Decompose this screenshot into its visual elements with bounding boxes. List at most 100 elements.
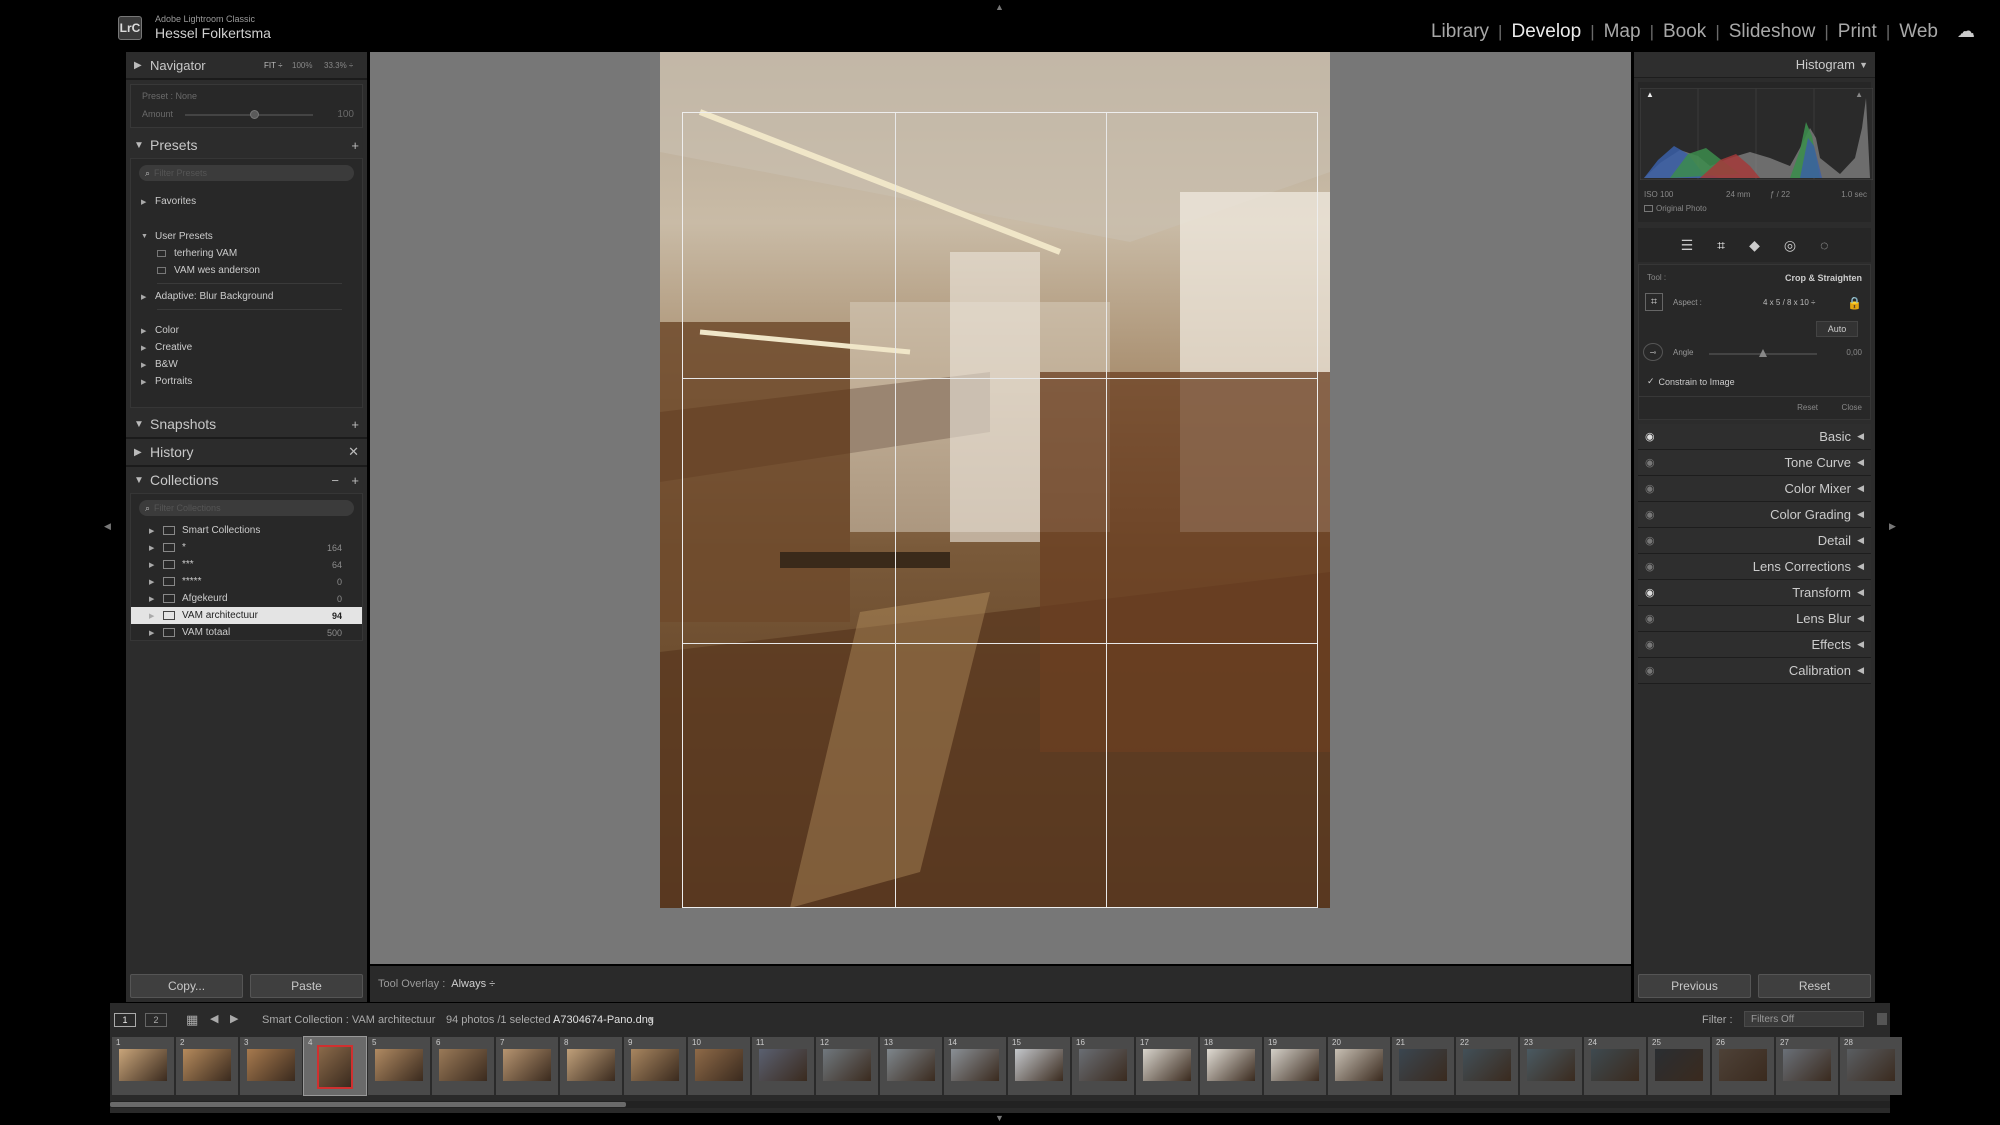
collection-item[interactable]: ▶ *** 64 (131, 556, 362, 573)
filmstrip-thumb[interactable]: 25 (1648, 1037, 1710, 1095)
module-web[interactable]: Web (1899, 21, 1938, 43)
filmstrip-thumb[interactable]: 22 (1456, 1037, 1518, 1095)
zoom-custom[interactable]: 33.3% ÷ (324, 61, 353, 70)
section-color-grading[interactable]: ◉ Color Grading ◀ (1638, 502, 1871, 528)
filmstrip-thumb[interactable]: 27 (1776, 1037, 1838, 1095)
straighten-tool-icon[interactable]: ⊸ (1643, 343, 1663, 361)
preset-filter-input[interactable]: ⌕ Filter Presets (139, 165, 354, 181)
preset-group[interactable]: ▶ Creative (131, 339, 362, 356)
section-transform[interactable]: ◉ Transform ◀ (1638, 580, 1871, 606)
remove-collection-icon[interactable]: − (331, 473, 339, 488)
crop-icon[interactable]: ⌗ (1717, 237, 1725, 254)
filmstrip-scrollbar[interactable] (110, 1101, 1890, 1108)
healing-icon[interactable]: ◆ (1749, 237, 1760, 254)
filmstrip-thumb[interactable]: 2 (176, 1037, 238, 1095)
filmstrip-thumb[interactable]: 7 (496, 1037, 558, 1095)
filmstrip-thumb[interactable]: 21 (1392, 1037, 1454, 1095)
paste-button[interactable]: Paste (250, 974, 363, 998)
module-map[interactable]: Map (1604, 21, 1641, 43)
add-collection-icon[interactable]: + (351, 473, 359, 488)
module-slideshow[interactable]: Slideshow (1729, 21, 1816, 43)
preset-group[interactable]: ▶ B&W (131, 356, 362, 373)
constrain-to-image-checkbox[interactable]: ✓ Constrain to Image (1647, 376, 1735, 387)
eye-icon[interactable]: ◉ (1645, 482, 1655, 495)
section-lens-blur[interactable]: ◉ Lens Blur ◀ (1638, 606, 1871, 632)
filmstrip-thumb[interactable]: 26 (1712, 1037, 1774, 1095)
filter-select[interactable]: Filters Off (1744, 1011, 1864, 1027)
forward-arrow-icon[interactable]: ▶ (230, 1012, 238, 1025)
collection-item[interactable]: ▶ Smart Collections (131, 522, 362, 539)
section-calibration[interactable]: ◉ Calibration ◀ (1638, 658, 1871, 684)
filmstrip-thumb[interactable]: 13 (880, 1037, 942, 1095)
add-preset-icon[interactable]: + (351, 138, 359, 153)
reset-button[interactable]: Reset (1758, 974, 1871, 998)
filmstrip-thumb[interactable]: 3 (240, 1037, 302, 1095)
filmstrip-thumb[interactable]: 20 (1328, 1037, 1390, 1095)
filmstrip-thumb[interactable]: 19 (1264, 1037, 1326, 1095)
filmstrip-scrollbar-thumb[interactable] (110, 1102, 627, 1107)
module-print[interactable]: Print (1838, 21, 1877, 43)
collections-header[interactable]: ▼ Collections − + (126, 467, 367, 493)
filmstrip-thumb[interactable]: 28 (1840, 1037, 1902, 1095)
preset-group[interactable]: ▶ Portraits (131, 373, 362, 390)
highlight-clip-icon[interactable]: ▲ (1855, 90, 1863, 99)
filmstrip-thumb[interactable]: 16 (1072, 1037, 1134, 1095)
collection-item[interactable]: ▶ ***** 0 (131, 573, 362, 590)
section-effects[interactable]: ◉ Effects ◀ (1638, 632, 1871, 658)
filmstrip-thumb[interactable]: 12 (816, 1037, 878, 1095)
filmstrip-thumb[interactable]: 8 (560, 1037, 622, 1095)
filmstrip-thumb[interactable]: 11 (752, 1037, 814, 1095)
angle-slider-thumb[interactable] (1759, 349, 1767, 357)
crop-frame-icon[interactable]: ⌗ (1645, 293, 1663, 311)
collection-item[interactable]: ▶ VAM totaal 500 (131, 624, 362, 641)
chevron-down-icon[interactable]: ▾ (649, 1014, 654, 1025)
eye-icon[interactable]: ◉ (1645, 664, 1655, 677)
filmstrip-thumb[interactable]: 10 (688, 1037, 750, 1095)
eye-icon[interactable]: ◉ (1645, 560, 1655, 573)
preset-group-user[interactable]: ▼ User Presets (131, 228, 362, 245)
preset-item[interactable]: terhering VAM (131, 245, 362, 262)
amount-slider-thumb[interactable] (250, 110, 260, 119)
tool-overlay-select[interactable]: Always ÷ (451, 978, 495, 990)
preset-item[interactable]: VAM wes anderson (131, 262, 362, 279)
history-header[interactable]: ▶ History ✕ (126, 439, 367, 465)
lock-icon[interactable]: 🔒 (1847, 296, 1862, 310)
previous-button[interactable]: Previous (1638, 974, 1751, 998)
eye-icon[interactable]: ◉ (1645, 638, 1655, 651)
eye-icon[interactable]: ◉ (1645, 430, 1655, 443)
section-lens-corrections[interactable]: ◉ Lens Corrections ◀ (1638, 554, 1871, 580)
module-develop[interactable]: Develop (1511, 21, 1581, 43)
shadow-clip-icon[interactable]: ▲ (1646, 90, 1654, 99)
crop-reset-button[interactable]: Reset (1797, 403, 1818, 412)
filmstrip-thumb[interactable]: 18 (1200, 1037, 1262, 1095)
crop-frame[interactable] (682, 112, 1318, 908)
left-panel-toggle-icon[interactable]: ◀ (104, 521, 111, 532)
filmstrip-thumb[interactable]: 4 (303, 1036, 367, 1096)
filmstrip-thumb[interactable]: 15 (1008, 1037, 1070, 1095)
collection-item[interactable]: ▶ Afgekeurd 0 (131, 590, 362, 607)
clear-history-icon[interactable]: ✕ (348, 444, 359, 460)
secondary-display-button[interactable]: 2 (145, 1013, 167, 1027)
crop-close-button[interactable]: Close (1842, 403, 1862, 412)
section-color-mixer[interactable]: ◉ Color Mixer ◀ (1638, 476, 1871, 502)
cloud-icon[interactable]: ☁ (1957, 21, 1975, 42)
preset-group-favorites[interactable]: ▶ Favorites (131, 193, 362, 210)
filmstrip-source[interactable]: Smart Collection : VAM architectuur (262, 1014, 435, 1026)
amount-slider[interactable] (185, 110, 313, 119)
eye-icon[interactable]: ◉ (1645, 586, 1655, 599)
filmstrip-thumb[interactable]: 23 (1520, 1037, 1582, 1095)
original-photo-check[interactable]: Original Photo (1644, 204, 1707, 213)
selected-filename[interactable]: A7304674-Pano.dng (553, 1014, 654, 1026)
preset-group[interactable]: ▶ Color (131, 322, 362, 339)
red-eye-icon[interactable]: ◎ (1784, 237, 1796, 254)
filmstrip-thumb[interactable]: 6 (432, 1037, 494, 1095)
eye-icon[interactable]: ◉ (1645, 534, 1655, 547)
filmstrip-thumb[interactable]: 9 (624, 1037, 686, 1095)
primary-display-button[interactable]: 1 (114, 1013, 136, 1027)
section-basic[interactable]: ◉ Basic ◀ (1638, 424, 1871, 450)
right-panel-toggle-icon[interactable]: ▶ (1889, 521, 1896, 532)
zoom-100[interactable]: 100% (292, 61, 312, 70)
eye-icon[interactable]: ◉ (1645, 508, 1655, 521)
eye-icon[interactable]: ◉ (1645, 612, 1655, 625)
filmstrip-thumb[interactable]: 5 (368, 1037, 430, 1095)
